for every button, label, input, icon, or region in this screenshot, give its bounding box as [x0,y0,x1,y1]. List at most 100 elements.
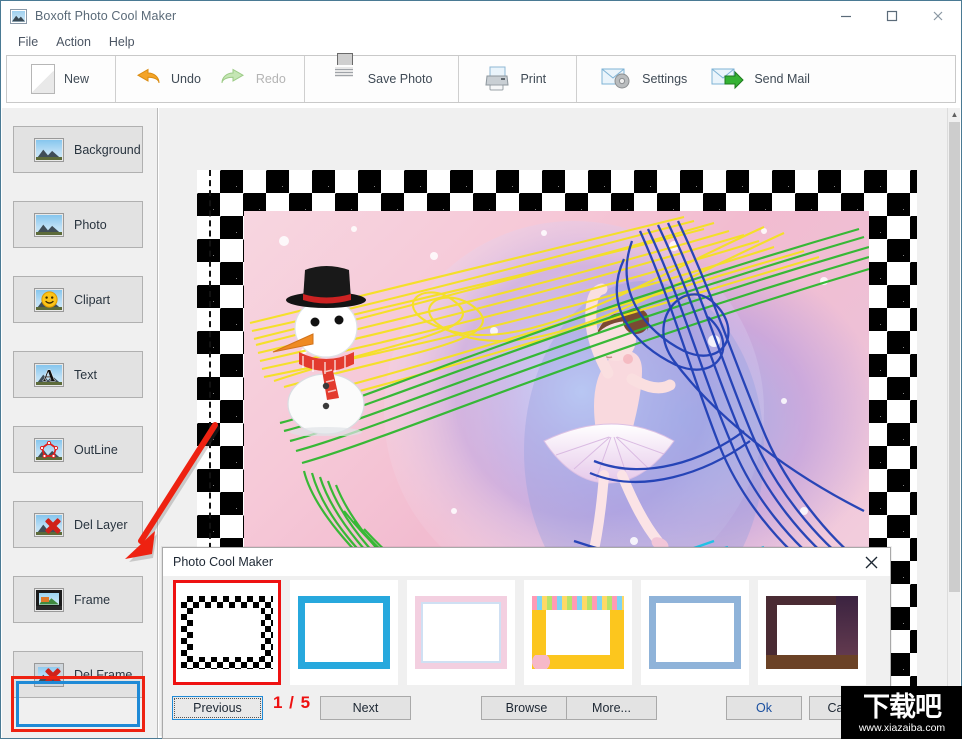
site-watermark: 下载吧 www.xiazaiba.com [841,686,962,739]
undo-arrow-icon [134,65,162,93]
sidebar-item-background[interactable]: Background [13,126,143,173]
scroll-up-arrow-icon[interactable]: ▲ [948,108,961,121]
next-button[interactable]: Next [320,696,411,720]
floppy-disk-icon [331,65,359,93]
envelope-gear-icon [601,65,633,93]
smiley-photo-icon [34,287,64,312]
print-button[interactable]: Print [459,56,576,102]
more-button[interactable]: More... [566,696,657,720]
print-button-label: Print [520,72,547,86]
save-photo-button-label: Save Photo [367,72,433,86]
page-indicator: 1 / 5 [273,693,312,712]
letter-a-photo-icon: A [34,362,64,387]
maximize-button[interactable] [869,1,915,31]
dialog-close-button[interactable] [854,548,888,576]
new-page-icon [31,64,55,94]
send-mail-button[interactable]: Send Mail [699,56,830,102]
sidebar-item-label: Del Layer [74,517,128,532]
envelope-arrow-icon [711,65,745,93]
undo-button[interactable]: Undo [116,56,209,102]
close-button[interactable] [915,1,961,31]
sidebar-item-del-frame[interactable]: Del Frame [13,651,143,698]
photo-delete-icon [34,512,64,537]
printer-icon [483,65,511,93]
toolbar-group-file: New [7,56,117,102]
delete-cross-icon [44,517,62,535]
checkerboard-frame-preview [181,596,273,669]
sidebar-item-outline[interactable]: OutLine [13,426,143,473]
redo-arrow-icon [219,65,247,93]
frame-delete-icon [34,662,64,687]
window-title: Boxoft Photo Cool Maker [35,9,177,23]
frame-thumbnail-strip[interactable] [173,580,883,688]
canvas-vertical-scrollbar[interactable]: ▲ ▼ [947,108,960,736]
dialog-title: Photo Cool Maker [173,555,274,569]
close-icon [933,11,943,21]
menu-file[interactable]: File [9,33,47,51]
frame-thumbnail-room-scene[interactable] [758,580,866,685]
delete-cross-icon [44,667,62,685]
sidebar-item-photo[interactable]: Photo [13,201,143,248]
menu-bar: File Action Help [1,31,961,53]
sidebar-item-label: Text [74,367,97,382]
frame-thumbnail-blue-pattern[interactable] [641,580,749,685]
sidebar-item-label: Frame [74,592,111,607]
send-mail-button-label: Send Mail [754,72,810,86]
dialog-title-bar: Photo Cool Maker [163,548,890,576]
toolbar-group-history: Undo Redo [116,56,305,102]
outline-shape-photo-icon [34,437,64,462]
sidebar-item-frame[interactable]: Frame [13,576,143,623]
new-button[interactable]: New [7,56,115,102]
redo-button[interactable]: Redo [209,56,304,102]
ok-button[interactable]: Ok [726,696,802,720]
sidebar-item-label: Photo [74,217,107,232]
settings-button[interactable]: Settings [577,56,699,102]
snowman-clipart [269,256,384,437]
toolbar-group-print: Print [459,56,578,102]
sidebar-item-label: Clipart [74,292,111,307]
sidebar-item-label: OutLine [74,442,118,457]
room-scene-frame-preview [766,596,858,669]
maximize-icon [886,10,898,22]
frame-thumbnail-blue-border[interactable] [290,580,398,685]
sidebar-item-clipart[interactable]: Clipart [13,276,143,323]
main-toolbar: New Undo Redo Save Photo Print Settings … [6,55,956,103]
toolbar-group-mail: Settings Send Mail [577,56,830,102]
settings-button-label: Settings [642,72,688,86]
frame-thumbnail-pink-lace[interactable] [407,580,515,685]
redo-button-label: Redo [255,72,286,86]
toolbar-group-save: Save Photo [305,56,460,102]
close-icon [865,556,877,568]
watermark-text: 下载吧 [863,692,942,722]
photo-icon [34,212,64,237]
frame-picker-dialog: Photo Cool Maker Previous 1 / 5 Next Bro… [162,547,891,739]
title-bar: Boxoft Photo Cool Maker [1,1,961,31]
minimize-button[interactable] [823,1,869,31]
watermark-url: www.xiazaiba.com [858,722,946,734]
menu-action[interactable]: Action [47,33,100,51]
save-photo-button[interactable]: Save Photo [305,56,459,102]
tools-sidebar: Background Photo Clipart A Text OutLine … [2,108,158,738]
new-button-label: New [64,72,90,86]
blue-border-frame-preview [298,596,390,669]
sidebar-item-text[interactable]: A Text [13,351,143,398]
frame-photo-icon [34,587,64,612]
pink-lace-frame-preview [415,596,507,669]
application-window: Boxoft Photo Cool Maker File Action Help [0,0,962,739]
photo-icon [34,137,64,162]
sidebar-item-label: Del Frame [74,667,133,682]
menu-help[interactable]: Help [100,33,144,51]
blue-pattern-frame-preview [649,596,741,669]
app-photo-icon [10,8,27,24]
browse-button[interactable]: Browse [481,696,572,720]
undo-button-label: Undo [171,72,201,86]
sidebar-item-del-layer[interactable]: Del Layer [13,501,143,548]
frame-thumbnail-yellow-party[interactable] [524,580,632,685]
previous-button[interactable]: Previous [172,696,263,720]
frame-thumbnail-checkerboard[interactable] [173,580,281,685]
scrollbar-thumb[interactable] [949,122,960,592]
svg-text:A: A [43,366,56,384]
sidebar-item-label: Background [74,142,141,157]
minimize-icon [841,15,851,18]
yellow-party-frame-preview [532,596,624,669]
